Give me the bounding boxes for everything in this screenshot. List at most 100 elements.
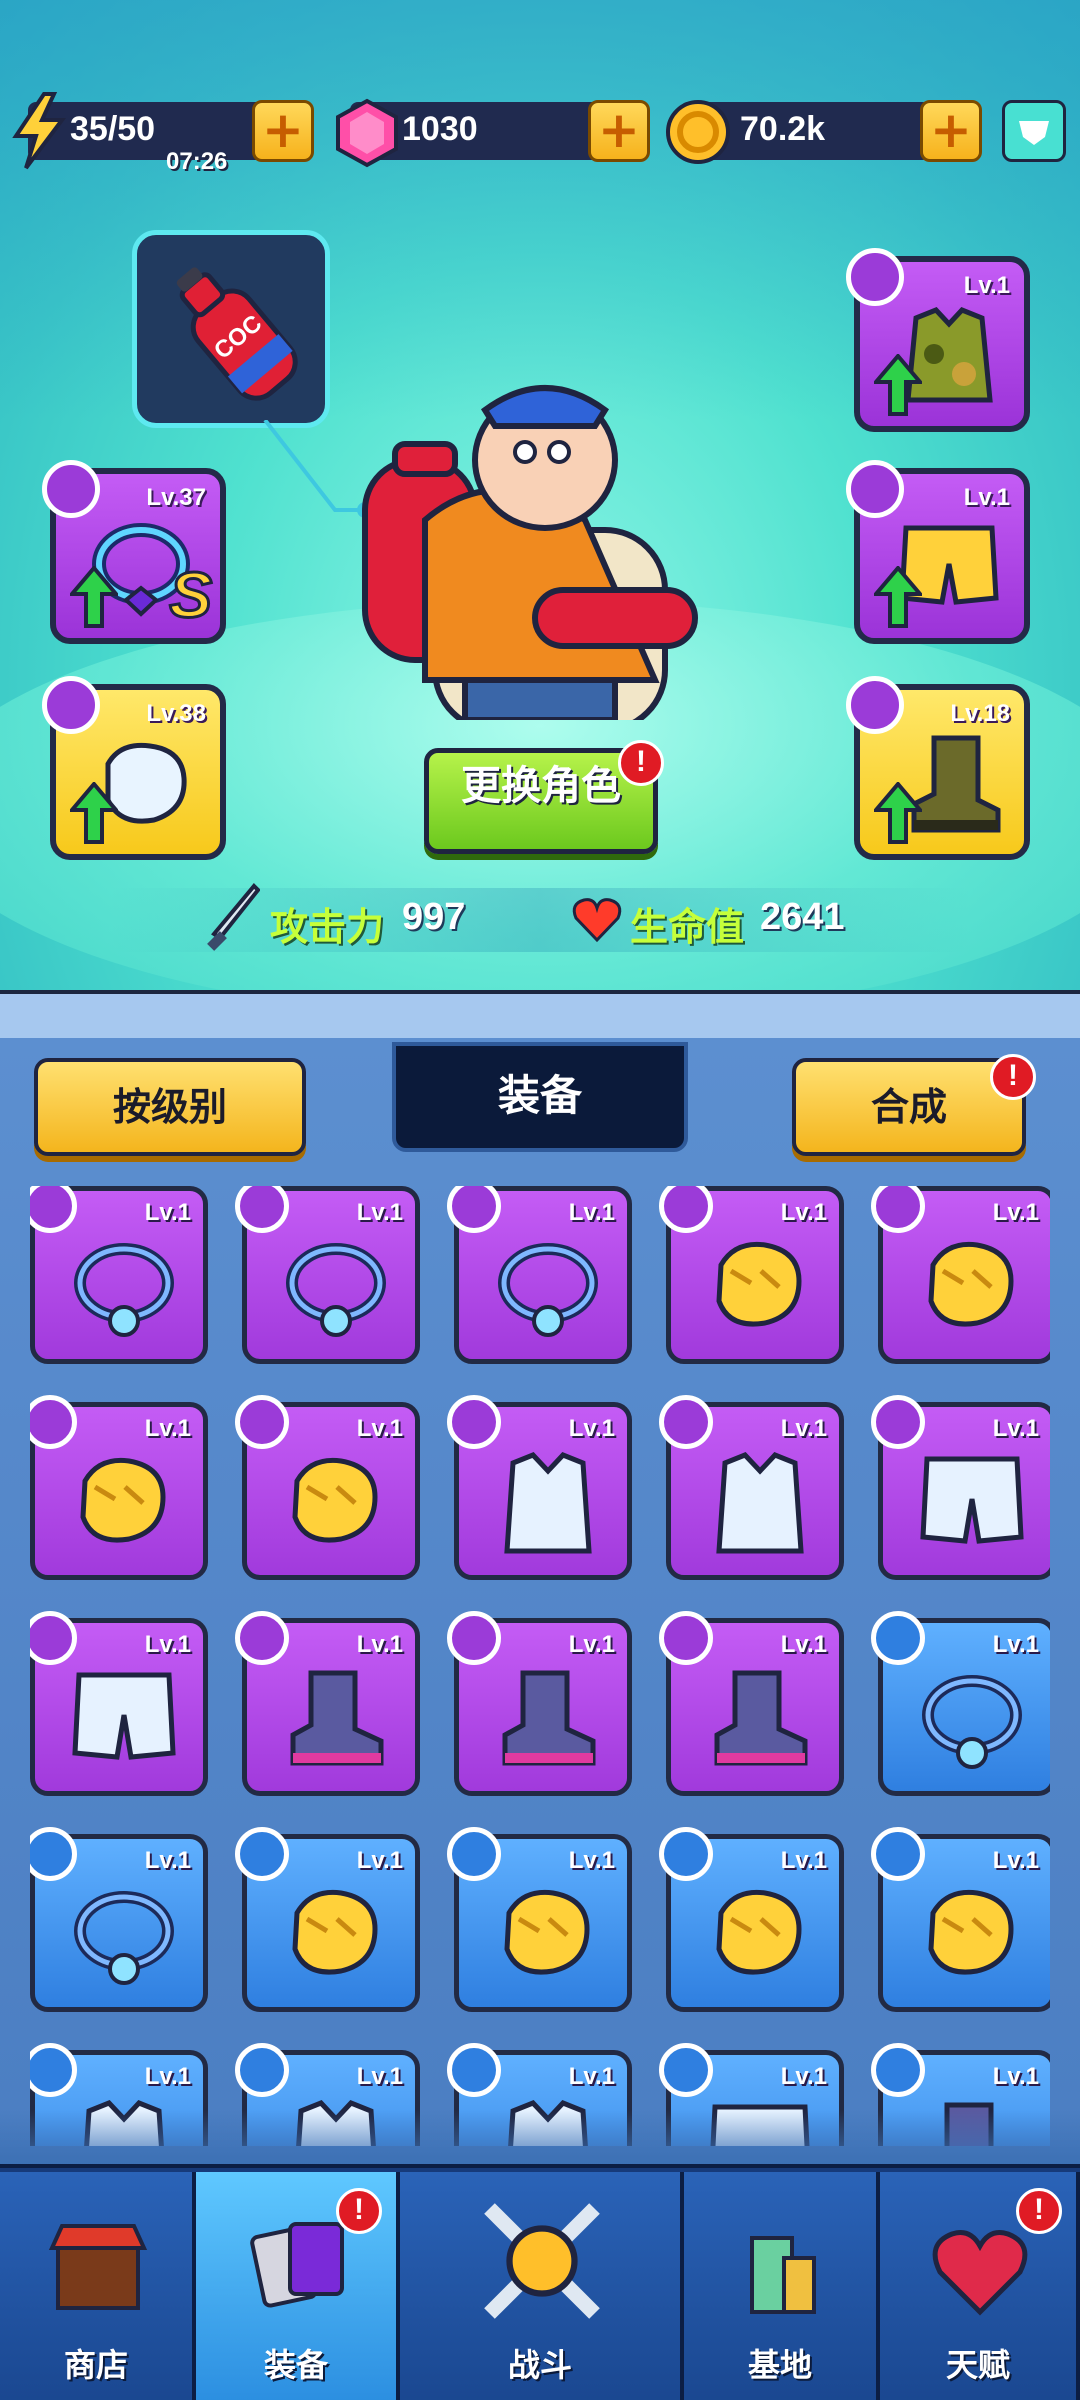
boots-icon [502, 1670, 596, 1766]
pants-icon [72, 1672, 176, 1760]
add-energy-button[interactable]: + [252, 100, 314, 162]
sort-by-level-button[interactable]: 按级别 [34, 1058, 306, 1156]
boots-type-icon [659, 1611, 713, 1665]
item-level: Lv.1 [356, 1199, 403, 1226]
necklace-type-icon [42, 460, 100, 518]
nav-label: 商店 [63, 2346, 128, 2384]
boots-type-icon [447, 1611, 501, 1665]
grid-fade [0, 2110, 1080, 2170]
gloves-icon [80, 1457, 166, 1543]
add-coins-button[interactable]: + [920, 100, 982, 162]
gloves-icon [292, 1889, 378, 1975]
necklace-icon [74, 1243, 174, 1337]
item-level: Lv.1 [780, 1847, 827, 1874]
add-gems-button[interactable]: + [588, 100, 650, 162]
nav-item-1[interactable]: 商店 [0, 2172, 196, 2400]
soda-bottle-icon: COC [176, 267, 298, 401]
pants-type-icon [871, 1395, 925, 1449]
inventory-item-gloves[interactable]: Lv.1 [871, 1827, 1050, 2012]
stats-bar: 攻击力 997 生命值 2641 [110, 883, 970, 952]
crossed-swords-icon [484, 2203, 600, 2319]
tab-equipment[interactable]: 装备 [392, 1042, 688, 1152]
gloves-icon [928, 1889, 1014, 1975]
item-level: Lv.1 [356, 2063, 403, 2090]
nav-item-2[interactable]: 装备! [196, 2172, 400, 2400]
nav-label: 装备 [263, 2346, 328, 2384]
gloves-type-icon [871, 1827, 925, 1881]
gloves-icon [292, 1457, 378, 1543]
item-level: Lv.1 [780, 2063, 827, 2090]
armor-type-icon [447, 1395, 501, 1449]
inventory-item-boots[interactable]: Lv.1 [235, 1611, 420, 1796]
necklace-icon [74, 1891, 174, 1985]
gloves-type-icon [235, 1827, 289, 1881]
inventory-item-gloves[interactable]: Lv.1 [447, 1827, 632, 2012]
gloves-type-icon [659, 1186, 713, 1233]
inventory-item-armor[interactable]: Lv.1 [447, 1395, 632, 1580]
nav-item-5[interactable]: 天赋! [880, 2172, 1080, 2400]
item-level: Lv.1 [356, 1415, 403, 1442]
item-level: Lv.1 [568, 1631, 615, 1658]
inventory-item-gloves[interactable]: Lv.1 [235, 1395, 420, 1580]
equipped-gloves-slot[interactable]: Lv.38 [42, 676, 226, 860]
inventory-item-boots[interactable]: Lv.1 [447, 1611, 632, 1796]
equipped-pants-slot[interactable]: Lv.1 [846, 460, 1030, 644]
upgrade-arrow-icon [70, 566, 118, 628]
inventory-item-necklace[interactable]: Lv.1 [235, 1186, 420, 1364]
inventory-item-boots[interactable]: Lv.1 [659, 1611, 844, 1796]
character-sprite [362, 385, 698, 720]
coins-value: 70.2k [740, 110, 826, 148]
equipped-necklace-slot[interactable]: Lv.37 S [42, 460, 226, 644]
item-level: Lv.1 [992, 1847, 1039, 1874]
item-level: Lv.1 [356, 1631, 403, 1658]
nav-item-3[interactable]: 战斗 [400, 2172, 684, 2400]
weapon-slot[interactable]: COC [132, 230, 330, 428]
gloves-icon [928, 1241, 1014, 1327]
item-level: Lv.1 [144, 1199, 191, 1226]
armor-type-icon [659, 1395, 713, 1449]
item-level: Lv.1 [144, 2063, 191, 2090]
inventory-item-armor[interactable]: Lv.1 [659, 1395, 844, 1580]
item-level: Lv.1 [780, 1415, 827, 1442]
equipped-armor-level: Lv.1 [963, 272, 1010, 299]
inventory-item-necklace[interactable]: Lv.1 [30, 1827, 208, 2012]
armor-type-icon [447, 2043, 501, 2097]
nav-label: 天赋 [945, 2346, 1010, 2384]
item-level: Lv.1 [992, 1415, 1039, 1442]
item-level: Lv.1 [568, 1199, 615, 1226]
nav-label: 基地 [747, 2346, 812, 2384]
item-level: Lv.1 [780, 1631, 827, 1658]
inventory-item-gloves[interactable]: Lv.1 [871, 1186, 1050, 1364]
gloves-type-icon [659, 1827, 713, 1881]
inventory-item-pants[interactable]: Lv.1 [30, 1611, 208, 1796]
inventory-item-pants[interactable]: Lv.1 [871, 1395, 1050, 1580]
inventory-item-gloves[interactable]: Lv.1 [659, 1186, 844, 1364]
coin-icon [666, 100, 730, 164]
heart-icon [572, 898, 622, 943]
equipped-boots-slot[interactable]: Lv.18 [846, 676, 1030, 860]
armor-type-icon [30, 2043, 77, 2097]
pants-type-icon [846, 460, 904, 518]
item-level: Lv.1 [356, 1847, 403, 1874]
energy-timer: 07:26 [166, 148, 228, 175]
lightning-icon [12, 92, 66, 170]
gloves-type-icon [447, 1827, 501, 1881]
inventory-item-gloves[interactable]: Lv.1 [235, 1827, 420, 2012]
inventory-item-necklace[interactable]: Lv.1 [30, 1186, 208, 1364]
equipped-armor-slot[interactable]: Lv.1 [846, 248, 1030, 432]
boots-type-icon [871, 2043, 925, 2097]
energy-value: 35/50 [70, 110, 156, 148]
item-level: Lv.1 [568, 1415, 615, 1442]
pants-icon [920, 1456, 1024, 1544]
shield-menu-button[interactable] [1002, 100, 1066, 162]
inventory-item-gloves[interactable]: Lv.1 [30, 1395, 208, 1580]
inventory-item-necklace[interactable]: Lv.1 [447, 1186, 632, 1364]
shop-icon [48, 2224, 148, 2310]
nav-item-4[interactable]: 基地 [684, 2172, 880, 2400]
inventory-item-gloves[interactable]: Lv.1 [659, 1827, 844, 2012]
gloves-type-icon [42, 676, 100, 734]
inventory-item-necklace[interactable]: Lv.1 [871, 1611, 1050, 1796]
upgrade-arrow-icon [874, 354, 922, 416]
panel-divider [0, 990, 1080, 1038]
armor-type-icon [846, 248, 904, 306]
